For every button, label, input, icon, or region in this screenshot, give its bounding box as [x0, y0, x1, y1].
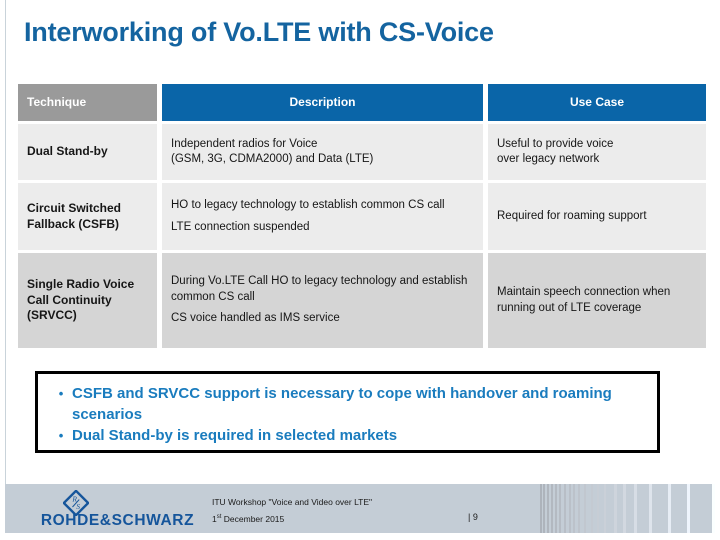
cell-description-line: During Vo.LTE Call HO to legacy technolo…	[171, 275, 468, 303]
column-header-description: Description	[162, 84, 483, 121]
column-header-technique-label: Technique	[27, 94, 87, 109]
cell-use-case-line: over legacy network	[497, 153, 600, 165]
rohde-schwarz-logo: R S ROHDE&SCHWARZ	[30, 489, 205, 531]
cell-description: Independent radios for Voice (GSM, 3G, C…	[162, 124, 483, 180]
table-row: Circuit Switched Fallback (CSFB) HO to l…	[18, 183, 706, 250]
cell-technique: Dual Stand-by	[18, 124, 157, 180]
column-header-use-case-label: Use Case	[569, 94, 625, 109]
page-number: | 9	[468, 512, 478, 522]
cell-use-case-line: Useful to provide voice	[497, 137, 614, 150]
cell-technique-text: Dual Stand-by	[27, 144, 108, 159]
list-item-text: CSFB and SRVCC support is necessary to c…	[72, 385, 612, 423]
slide-footer: R S ROHDE&SCHWARZ ITU Workshop "Voice an…	[5, 484, 715, 533]
cell-use-case-line: Maintain speech connection when running …	[497, 286, 671, 314]
page-title: Interworking of Vo.LTE with CS-Voice	[24, 17, 494, 47]
list-item: • CSFB and SRVCC support is necessary to…	[50, 383, 645, 425]
cell-technique-text: Single Radio Voice Call Continuity (SRVC…	[27, 277, 135, 323]
cell-description: During Vo.LTE Call HO to legacy technolo…	[162, 253, 483, 348]
cell-description: HO to legacy technology to establish com…	[162, 183, 483, 250]
table-header-row: Technique Description Use Case	[18, 84, 706, 121]
footer-date-rest: December 2015	[221, 513, 285, 524]
column-header-technique: Technique	[18, 84, 157, 121]
cell-description-line: Independent radios for Voice	[171, 137, 318, 150]
footer-event-title: ITU Workshop "Voice and Video over LTE"	[212, 497, 373, 507]
cell-use-case: Required for roaming support	[488, 183, 706, 250]
rohde-schwarz-wordmark: ROHDE&SCHWARZ	[40, 512, 195, 529]
svg-text:S: S	[76, 502, 80, 511]
bullet-icon: •	[58, 428, 64, 443]
cell-use-case: Useful to provide voice over legacy netw…	[488, 124, 706, 180]
list-item-text: Dual Stand-by is required in selected ma…	[72, 427, 398, 444]
cell-description-line: HO to legacy technology to establish com…	[171, 199, 445, 211]
list-item: • Dual Stand-by is required in selected …	[50, 425, 645, 446]
footer-barcode-decoration	[538, 484, 715, 533]
cell-description-line: CS voice handled as IMS service	[171, 312, 340, 325]
footer-date: 1st December 2015	[212, 510, 284, 527]
column-header-description-label: Description	[289, 94, 356, 109]
comparison-table: Technique Description Use Case Dual Stan…	[18, 84, 706, 351]
slide-canvas: Interworking of Vo.LTE with CS-Voice Tec…	[0, 0, 720, 540]
cell-use-case: Maintain speech connection when running …	[488, 253, 706, 348]
cell-technique: Circuit Switched Fallback (CSFB)	[18, 183, 157, 250]
bullet-icon: •	[58, 386, 64, 401]
key-points-callout: • CSFB and SRVCC support is necessary to…	[35, 371, 660, 453]
column-header-use-case: Use Case	[488, 84, 706, 121]
cell-description-line: (GSM, 3G, CDMA2000) and Data (LTE)	[171, 153, 374, 165]
cell-technique: Single Radio Voice Call Continuity (SRVC…	[18, 253, 157, 348]
table-row: Single Radio Voice Call Continuity (SRVC…	[18, 253, 706, 348]
cell-use-case-line: Required for roaming support	[497, 209, 647, 222]
left-edge-rule	[5, 0, 6, 485]
cell-technique-text: Circuit Switched Fallback (CSFB)	[27, 201, 122, 231]
table-row: Dual Stand-by Independent radios for Voi…	[18, 124, 706, 180]
cell-description-line: LTE connection suspended	[171, 220, 310, 233]
